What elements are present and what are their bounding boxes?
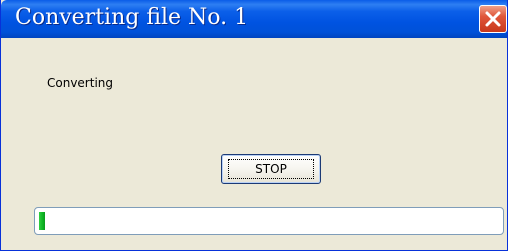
close-icon — [485, 11, 501, 27]
title-bar[interactable]: Converting file No. 1 — [1, 0, 507, 38]
close-button[interactable] — [479, 5, 507, 33]
converter-dialog: Converting file No. 1 Converting STOP — [0, 0, 508, 251]
progress-fill — [39, 212, 45, 230]
status-label: Converting — [47, 76, 114, 90]
window-title: Converting file No. 1 — [15, 5, 249, 30]
stop-button-label: STOP — [228, 159, 314, 179]
progress-bar — [34, 207, 504, 235]
stop-button[interactable]: STOP — [221, 154, 321, 184]
